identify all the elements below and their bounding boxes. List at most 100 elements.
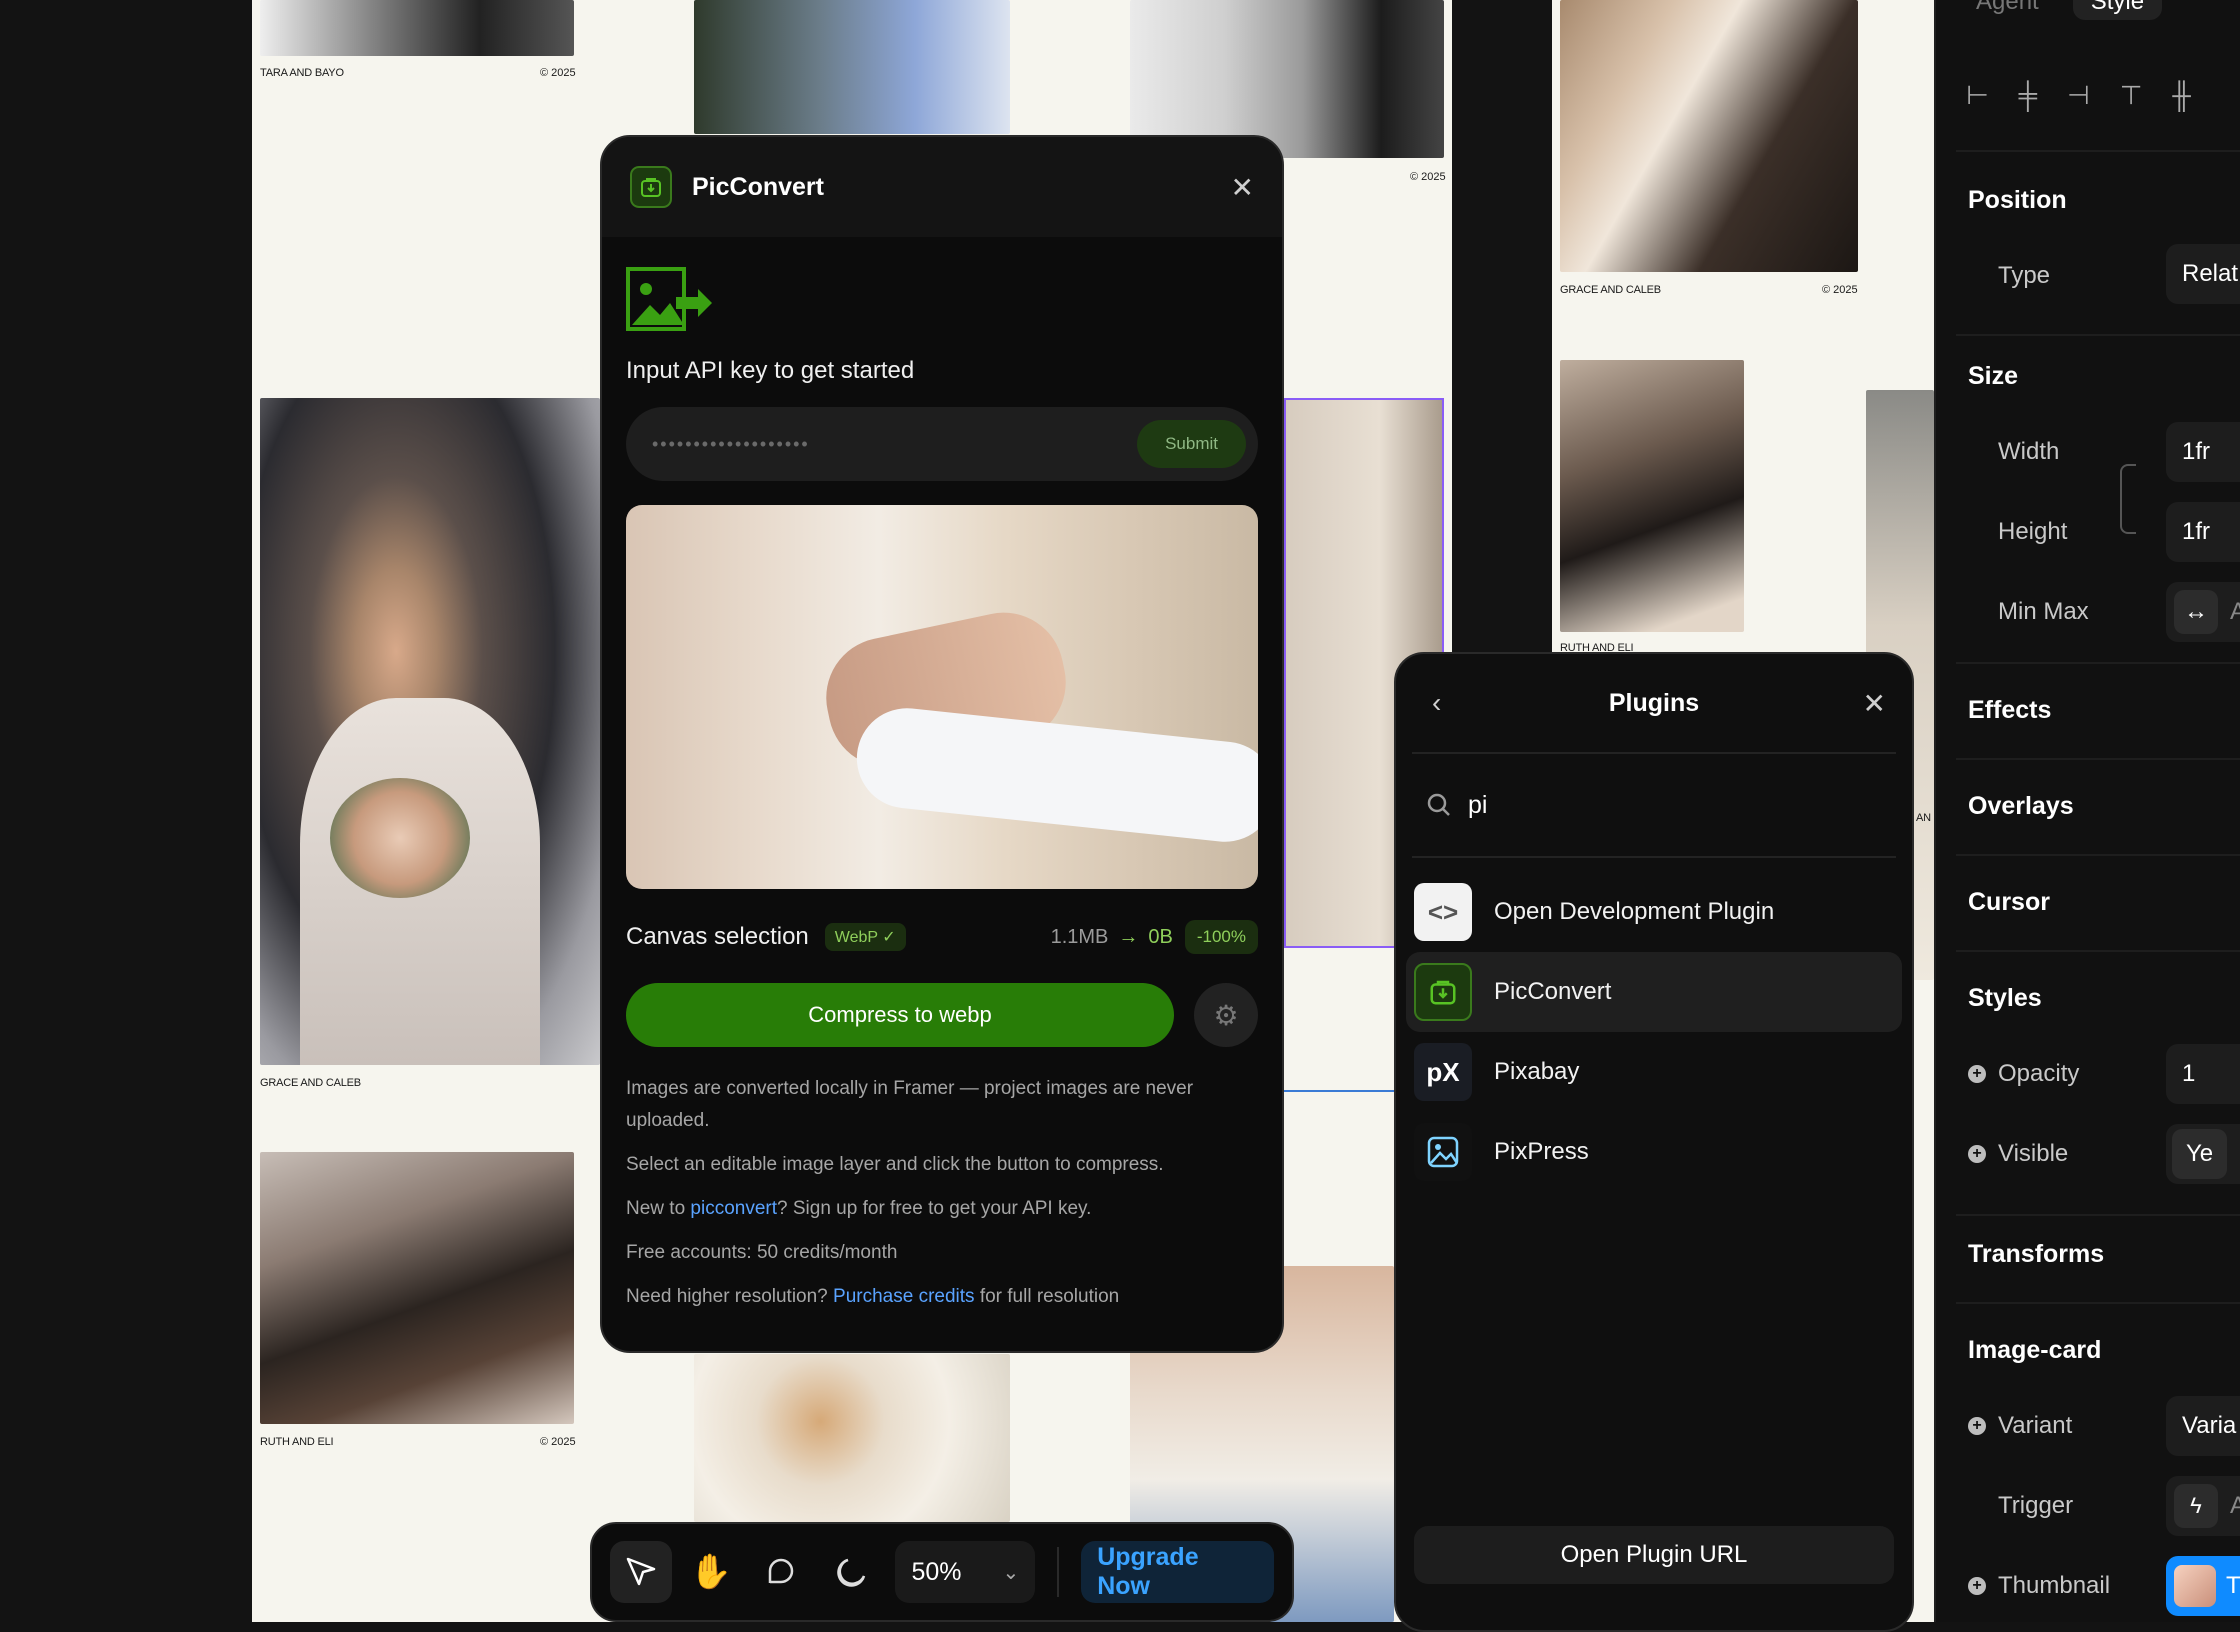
divider xyxy=(1956,1302,2240,1304)
api-key-field[interactable]: ••••••••••••••••••• Submit xyxy=(626,407,1258,481)
resize-horizontal-icon[interactable]: ↔ xyxy=(2174,590,2218,634)
section-transforms[interactable]: Transforms xyxy=(1968,1240,2104,1269)
upgrade-now-button[interactable]: Upgrade Now xyxy=(1081,1541,1274,1603)
plugin-item-pixabay[interactable]: pX Pixabay xyxy=(1406,1032,1902,1112)
code-icon: <> xyxy=(1414,883,1472,941)
section-size[interactable]: Size xyxy=(1968,362,2018,391)
visible-toggle[interactable]: Ye xyxy=(2166,1124,2240,1184)
photo-copyright: © 2025 xyxy=(540,1436,576,1448)
plugin-item-open-development[interactable]: <> Open Development Plugin xyxy=(1406,872,1902,952)
reduction-badge: -100% xyxy=(1184,920,1258,954)
framer-canvas[interactable]: TARA AND BAYO © 2025 GRACE AND CALEB RUT… xyxy=(0,0,2240,1632)
photo-caption: AN xyxy=(1916,812,1931,824)
minmax-control[interactable]: ↔ A xyxy=(2166,582,2240,642)
section-cursor[interactable]: Cursor xyxy=(1968,888,2050,917)
section-image-card[interactable]: Image-card xyxy=(1968,1336,2101,1365)
opacity-input[interactable]: 1 xyxy=(2166,1044,2240,1104)
compress-button[interactable]: Compress to webp xyxy=(626,983,1174,1047)
picconvert-window: PicConvert ✕ Input API key to get starte… xyxy=(600,135,1284,1353)
photo-ruth-eli-small[interactable] xyxy=(1560,360,1744,632)
thumbnail-picker[interactable]: T xyxy=(2166,1556,2240,1616)
search-input[interactable]: pi xyxy=(1468,791,1487,820)
info-resolution: Need higher resolution? Purchase credits… xyxy=(626,1286,1120,1307)
picconvert-link[interactable]: picconvert xyxy=(690,1198,777,1219)
zoom-value: 50% xyxy=(911,1557,962,1586)
photo-copyright: © 2025 xyxy=(1822,284,1858,296)
tab-agent[interactable]: Agent xyxy=(1966,0,2049,20)
plus-icon[interactable]: + xyxy=(1968,1577,1986,1595)
section-overlays[interactable]: Overlays xyxy=(1968,792,2074,821)
photo-bottom-flowers[interactable] xyxy=(694,1354,1010,1522)
visible-row-label: + Visible xyxy=(1968,1140,2068,1168)
selection-guide-line xyxy=(1284,1090,1394,1092)
trigger-control[interactable]: ϟ A xyxy=(2166,1476,2240,1536)
photo-copyright: © 2025 xyxy=(1410,171,1446,183)
height-input[interactable]: 1fr xyxy=(2166,502,2240,562)
plugin-results: <> Open Development Plugin PicConvert pX… xyxy=(1396,858,1912,1206)
divider xyxy=(1956,854,2240,856)
section-position[interactable]: Position xyxy=(1968,186,2067,215)
variant-select[interactable]: Varia xyxy=(2166,1396,2240,1456)
variant-row-label: + Variant xyxy=(1968,1412,2072,1440)
moon-icon[interactable] xyxy=(820,1541,882,1603)
api-key-input[interactable]: ••••••••••••••••••• xyxy=(652,434,1137,455)
visible-yes[interactable]: Ye xyxy=(2172,1129,2228,1179)
align-left-icon[interactable]: ⊢ xyxy=(1966,80,1989,111)
align-right-icon[interactable]: ⊣ xyxy=(2067,80,2090,111)
divider xyxy=(1956,334,2240,336)
plugins-panel: ‹ Plugins ✕ pi <> Open Development Plugi… xyxy=(1394,652,1914,1632)
zoom-select[interactable]: 50% ⌄ xyxy=(895,1541,1036,1603)
align-center-icon[interactable]: ╪ xyxy=(2019,80,2037,111)
photo-copyright: © 2025 xyxy=(540,67,576,79)
size-to: 0B xyxy=(1148,925,1173,948)
plus-icon[interactable]: + xyxy=(1968,1065,1986,1083)
submit-button[interactable]: Submit xyxy=(1137,420,1246,468)
chevron-down-icon: ⌄ xyxy=(1002,1561,1020,1584)
open-plugin-url-button[interactable]: Open Plugin URL xyxy=(1414,1526,1894,1584)
type-label: Type xyxy=(1998,262,2051,289)
photo-top-middle[interactable] xyxy=(694,0,1010,134)
comment-tool-icon[interactable] xyxy=(750,1541,812,1603)
section-styles[interactable]: Styles xyxy=(1968,984,2042,1013)
section-effects[interactable]: Effects xyxy=(1968,696,2051,725)
format-badge[interactable]: WebP ✓ xyxy=(824,923,906,951)
photo-ruth-eli[interactable] xyxy=(260,1152,574,1424)
align-top-icon[interactable]: ⊤ xyxy=(2120,80,2143,111)
toolbar-divider xyxy=(1057,1547,1060,1597)
hand-tool-icon[interactable]: ✋ xyxy=(680,1541,742,1603)
divider xyxy=(1956,150,2240,152)
arrow-right-icon: → xyxy=(1118,925,1139,948)
plus-icon[interactable]: + xyxy=(1968,1417,1986,1435)
photo-caption: GRACE AND CALEB xyxy=(1560,284,1661,296)
photo-caption: RUTH AND ELI xyxy=(260,1436,334,1448)
tab-style[interactable]: Style xyxy=(2072,0,2163,20)
photo-grace-caleb-hands[interactable] xyxy=(1560,0,1858,272)
close-icon[interactable]: ✕ xyxy=(1863,687,1886,720)
canvas-toolbar: ✋ 50% ⌄ Upgrade Now xyxy=(590,1522,1294,1622)
plugin-search[interactable]: pi xyxy=(1412,754,1896,858)
photo-tara-bayo[interactable] xyxy=(260,0,574,56)
image-convert-icon xyxy=(626,267,716,333)
plus-icon[interactable]: + xyxy=(1968,1145,1986,1163)
divider xyxy=(1956,1214,2240,1216)
plugin-item-pixpress[interactable]: PixPress xyxy=(1406,1112,1902,1192)
width-input[interactable]: 1fr xyxy=(2166,422,2240,482)
info-credits: Free accounts: 50 credits/month xyxy=(626,1242,898,1263)
pointer-tool-icon[interactable] xyxy=(610,1541,672,1603)
plugin-label: PixPress xyxy=(1494,1138,1589,1165)
opacity-row-label: + Opacity xyxy=(1968,1060,2079,1088)
gear-icon[interactable]: ⚙ xyxy=(1194,983,1258,1047)
divider xyxy=(1956,758,2240,760)
close-icon[interactable]: ✕ xyxy=(1231,171,1254,204)
purchase-credits-link[interactable]: Purchase credits xyxy=(833,1286,975,1307)
align-middle-icon[interactable]: ╫ xyxy=(2172,80,2190,111)
pixpress-icon xyxy=(1414,1123,1472,1181)
type-select[interactable]: Relat xyxy=(2166,244,2240,304)
link-icon[interactable] xyxy=(2120,464,2136,534)
chevron-left-icon[interactable]: ‹ xyxy=(1432,687,1441,719)
trigger-value: A xyxy=(2230,1492,2240,1519)
photo-bride-grace[interactable] xyxy=(260,398,600,1065)
photo-caption: TARA AND BAYO xyxy=(260,67,344,79)
minmax-value: A xyxy=(2230,598,2240,625)
plugin-item-picconvert[interactable]: PicConvert xyxy=(1406,952,1902,1032)
